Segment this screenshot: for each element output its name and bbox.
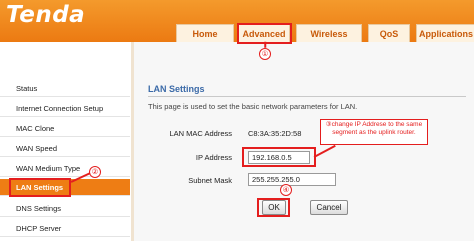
step-1-marker: ① [259,48,271,60]
mac-address-label: LAN MAC Address [169,129,232,138]
mac-address-value: C8:3A:35:2D:58 [248,129,302,138]
subnet-mask-label: Subnet Mask [188,176,232,185]
sidebar-item-internet-connection-setup[interactable]: Internet Connection Setup [0,100,130,117]
sidebar-item-wan-medium-type[interactable]: WAN Medium Type [0,160,130,177]
tab-applications[interactable]: Applications [416,24,474,42]
cancel-button[interactable]: Cancel [310,200,348,215]
sidebar-item-wan-speed[interactable]: WAN Speed [0,140,130,157]
lan-settings-highlight [9,178,71,197]
ip-address-highlight [242,147,316,167]
tenda-logo: Tenda [6,2,86,28]
sidebar-item-dns-settings[interactable]: DNS Settings [0,200,130,217]
page-title: LAN Settings [148,84,205,94]
tab-home[interactable]: Home [176,24,234,42]
sidebar-item-status[interactable]: Status [0,80,130,97]
page-description: This page is used to set the basic netwo… [148,102,358,111]
sidebar-item-dhcp-server[interactable]: DHCP Server [0,220,130,237]
ok-button-highlight [257,198,290,217]
ip-address-label: IP Address [195,153,232,162]
tab-wireless[interactable]: Wireless [296,24,362,42]
subnet-mask-input[interactable] [248,173,336,186]
step-1-arrow [264,41,266,48]
step-3-callout: ③change IP Addrese to the same segment a… [320,119,428,145]
sidebar: Status Internet Connection Setup MAC Clo… [0,42,130,241]
step-4-marker: ④ [280,184,292,196]
tab-qos[interactable]: QoS [368,24,410,42]
sidebar-item-mac-clone[interactable]: MAC Clone [0,120,130,137]
title-underline [148,96,466,97]
step-2-marker: ② [89,166,101,178]
